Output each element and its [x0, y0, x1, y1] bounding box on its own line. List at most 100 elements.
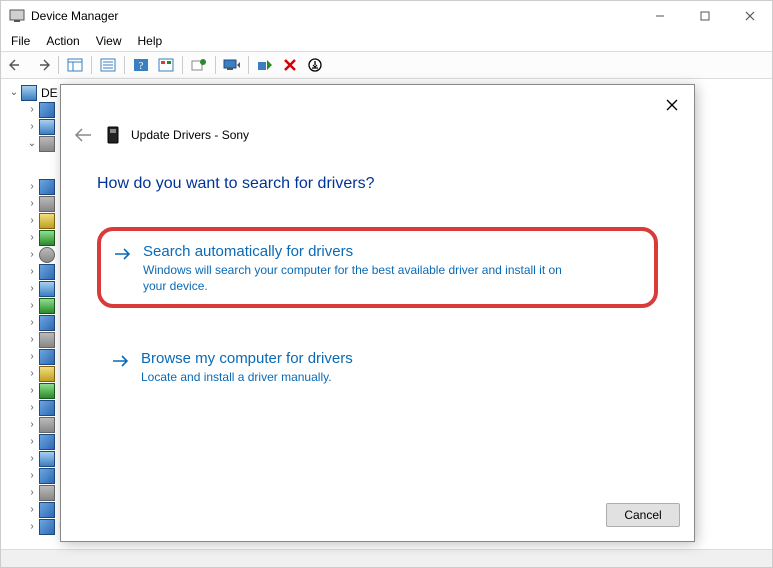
chevron-right-icon[interactable]: › [25, 266, 39, 277]
device-category-icon [39, 179, 55, 195]
action-icon[interactable] [154, 54, 178, 76]
option-title: Search automatically for drivers [143, 243, 573, 260]
chevron-right-icon[interactable]: › [25, 249, 39, 260]
close-button[interactable] [727, 1, 772, 31]
chevron-right-icon[interactable]: › [25, 198, 39, 209]
chevron-right-icon[interactable]: › [25, 385, 39, 396]
device-category-icon [39, 247, 55, 263]
chevron-right-icon[interactable]: › [25, 470, 39, 481]
device-category-icon [39, 502, 55, 518]
minimize-button[interactable] [637, 1, 682, 31]
computer-icon [21, 85, 37, 101]
chevron-right-icon[interactable]: › [25, 402, 39, 413]
device-category-icon [39, 102, 55, 118]
chevron-down-icon[interactable]: ⌄ [7, 87, 21, 98]
device-category-icon [39, 315, 55, 331]
titlebar: Device Manager [1, 1, 772, 31]
option-title: Browse my computer for drivers [141, 350, 353, 367]
device-category-icon [39, 468, 55, 484]
window-title: Device Manager [31, 9, 637, 23]
chevron-down-icon[interactable]: ⌄ [25, 138, 39, 149]
toolbar-separator [215, 56, 216, 74]
help-icon[interactable]: ? [129, 54, 153, 76]
toolbar-separator [182, 56, 183, 74]
menu-file[interactable]: File [3, 32, 38, 50]
device-category-icon [39, 434, 55, 450]
toolbar-separator [58, 56, 59, 74]
maximize-button[interactable] [682, 1, 727, 31]
chevron-right-icon[interactable]: › [25, 504, 39, 515]
chevron-right-icon[interactable]: › [25, 453, 39, 464]
device-category-icon [39, 485, 55, 501]
chevron-right-icon[interactable]: › [25, 317, 39, 328]
device-category-icon [39, 213, 55, 229]
dialog-close-button[interactable] [658, 93, 686, 117]
disable-device-icon[interactable] [303, 54, 327, 76]
chevron-right-icon[interactable]: › [25, 232, 39, 243]
back-arrow-icon[interactable] [71, 123, 95, 147]
toolbar-separator [91, 56, 92, 74]
chevron-right-icon[interactable]: › [25, 368, 39, 379]
enable-device-icon[interactable] [253, 54, 277, 76]
dialog-header: Update Drivers - Sony [61, 85, 694, 147]
menu-view[interactable]: View [88, 32, 130, 50]
device-category-icon [39, 230, 55, 246]
chevron-right-icon[interactable]: › [25, 487, 39, 498]
device-category-icon [39, 451, 55, 467]
show-hide-console-icon[interactable] [63, 54, 87, 76]
chevron-right-icon[interactable]: › [25, 300, 39, 311]
dialog-heading: How do you want to search for drivers? [97, 175, 694, 193]
update-driver-icon[interactable] [187, 54, 211, 76]
chevron-right-icon[interactable]: › [25, 351, 39, 362]
update-drivers-dialog: Update Drivers - Sony How do you want to… [60, 84, 695, 542]
chevron-right-icon[interactable]: › [25, 121, 39, 132]
app-icon [9, 8, 25, 24]
cancel-button[interactable]: Cancel [606, 503, 680, 527]
option-browse-computer[interactable]: Browse my computer for drivers Locate an… [97, 336, 658, 397]
device-icon [105, 125, 121, 145]
chevron-right-icon[interactable]: › [25, 283, 39, 294]
option-search-automatically[interactable]: Search automatically for drivers Windows… [97, 227, 658, 308]
dialog-title: Update Drivers - Sony [131, 128, 249, 142]
device-category-icon [39, 196, 55, 212]
dialog-footer: Cancel [606, 503, 680, 527]
chevron-right-icon[interactable]: › [25, 215, 39, 226]
chevron-right-icon[interactable]: › [25, 334, 39, 345]
chevron-right-icon[interactable]: › [25, 419, 39, 430]
device-category-icon [39, 332, 55, 348]
device-category-icon [39, 136, 55, 152]
device-category-icon [39, 383, 55, 399]
menu-help[interactable]: Help [130, 32, 171, 50]
menu-action[interactable]: Action [38, 32, 87, 50]
uninstall-device-icon[interactable] [278, 54, 302, 76]
back-icon[interactable] [5, 54, 29, 76]
toolbar-separator [124, 56, 125, 74]
device-category-icon [39, 349, 55, 365]
device-category-icon [39, 298, 55, 314]
device-category-icon [39, 400, 55, 416]
option-description: Locate and install a driver manually. [141, 369, 353, 385]
chevron-right-icon[interactable]: › [25, 181, 39, 192]
device-category-icon [39, 417, 55, 433]
dialog-options: Search automatically for drivers Windows… [61, 227, 694, 398]
option-description: Windows will search your computer for th… [143, 262, 573, 294]
chevron-right-icon[interactable]: › [25, 436, 39, 447]
toolbar: ? [1, 51, 772, 79]
toolbar-separator [248, 56, 249, 74]
chevron-right-icon[interactable]: › [25, 521, 39, 532]
properties-icon[interactable] [96, 54, 120, 76]
scan-hardware-icon[interactable] [220, 54, 244, 76]
device-category-icon [39, 366, 55, 382]
tree-root-label: DE [41, 86, 58, 100]
device-category-icon [39, 264, 55, 280]
chevron-right-icon[interactable]: › [25, 104, 39, 115]
forward-icon[interactable] [30, 54, 54, 76]
statusbar [1, 549, 772, 567]
arrow-right-icon [113, 243, 133, 294]
device-category-icon [39, 119, 55, 135]
svg-text:?: ? [139, 60, 144, 72]
arrow-right-icon [111, 350, 131, 385]
usb-icon [39, 519, 55, 535]
device-category-icon [39, 281, 55, 297]
window-controls [637, 1, 772, 31]
